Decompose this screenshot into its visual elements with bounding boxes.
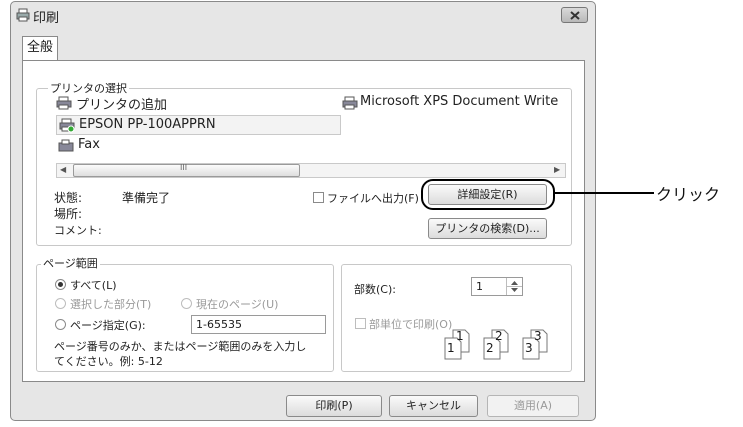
find-printer-button[interactable]: プリンタの検索(D)...	[428, 218, 547, 239]
apply-button[interactable]: 適用(A)	[487, 395, 579, 417]
printer-icon	[342, 96, 358, 110]
scrollbar-grip-icon: III	[180, 163, 188, 172]
collate-illustration-icon: 1 1 2 2 3 3	[441, 326, 566, 360]
page-range-input[interactable]: 1-65535	[191, 315, 326, 334]
fax-printer-label: Fax	[78, 137, 100, 152]
printer-icon	[16, 8, 30, 22]
range-current-label: 現在のページ(U)	[196, 298, 279, 311]
copies-spinner[interactable]	[506, 278, 522, 295]
range-all-radio[interactable]	[55, 279, 66, 290]
scroll-left-arrow-icon[interactable]: ◀	[60, 165, 66, 174]
xps-printer-item[interactable]: Microsoft XPS Document Write	[342, 94, 562, 112]
page-range-hint-line1: ページ番号のみか、またはページ範囲のみを入力し	[54, 340, 307, 353]
collate-digit-3a: 3	[525, 341, 533, 355]
page-range-legend: ページ範囲	[41, 255, 100, 271]
collate-digit-3b: 3	[534, 329, 542, 343]
add-printer-item[interactable]: プリンタの追加	[56, 94, 256, 113]
fax-printer-item[interactable]: Fax	[56, 137, 256, 155]
collate-digit-1b: 1	[456, 329, 464, 343]
comment-label: コメント:	[54, 224, 102, 237]
collate-digit-2b: 2	[495, 329, 503, 343]
collate-digit-1a: 1	[447, 341, 455, 355]
tab-general[interactable]: 全般	[22, 36, 58, 61]
range-selection-label: 選択した部分(T)	[70, 298, 152, 311]
add-printer-label: プリンタの追加	[76, 98, 168, 113]
print-to-file-label: ファイルへ出力(F)	[327, 192, 419, 205]
fax-icon	[58, 139, 74, 152]
range-all-label: すべて(L)	[70, 279, 117, 292]
status-label: 状態:	[54, 191, 83, 205]
epson-printer-label: EPSON PP-100APPRN	[79, 117, 216, 132]
annotation-label: クリック	[656, 185, 721, 204]
title-bar[interactable]	[10, 1, 596, 29]
copies-label: 部数(C):	[354, 283, 396, 296]
range-current-radio[interactable]	[181, 298, 192, 309]
details-button[interactable]: 詳細設定(R)	[428, 184, 547, 205]
spinner-arrows-icon	[507, 281, 522, 292]
range-pages-radio[interactable]	[55, 319, 66, 330]
print-to-file-checkbox[interactable]	[313, 192, 324, 203]
printer-icon	[59, 118, 75, 133]
xps-printer-label: Microsoft XPS Document Write	[360, 94, 559, 109]
epson-printer-item[interactable]: EPSON PP-100APPRN	[56, 115, 341, 135]
window-title: 印刷	[33, 11, 60, 26]
page-range-hint-line2: てください。例: 5-12	[54, 355, 163, 368]
close-icon	[570, 11, 580, 20]
print-button[interactable]: 印刷(P)	[286, 395, 382, 417]
cancel-button[interactable]: キャンセル	[389, 395, 478, 417]
status-value: 準備完了	[122, 191, 171, 205]
close-button[interactable]	[561, 7, 588, 23]
range-selection-radio[interactable]	[55, 298, 66, 309]
collate-digit-2a: 2	[486, 341, 494, 355]
range-pages-label: ページ指定(G):	[70, 319, 146, 332]
collate-checkbox[interactable]	[355, 318, 366, 329]
location-label: 場所:	[54, 207, 83, 221]
scroll-right-arrow-icon[interactable]: ▶	[554, 165, 560, 174]
annotation-line	[554, 192, 654, 194]
collate-label: 部単位で印刷(O)	[369, 318, 453, 331]
add-printer-icon	[56, 96, 72, 110]
